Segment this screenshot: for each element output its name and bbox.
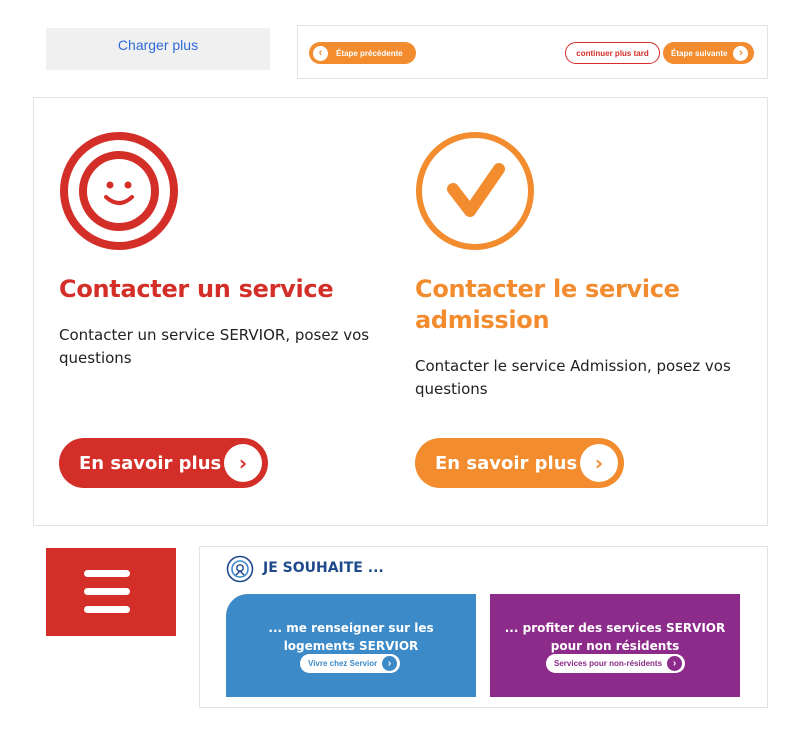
- hamburger-menu-button[interactable]: [46, 548, 176, 636]
- previous-step-button[interactable]: ‹ Étape précédente: [309, 42, 416, 64]
- next-step-button[interactable]: Étape suivante ›: [663, 42, 754, 64]
- next-step-label: Étape suivante: [671, 48, 728, 58]
- previous-step-label: Étape précédente: [336, 48, 403, 58]
- chevron-right-icon: ›: [224, 444, 262, 482]
- learn-more-button-service[interactable]: En savoir plus ›: [59, 438, 268, 488]
- checkmark-icon: [416, 132, 534, 250]
- chevron-right-icon: ›: [733, 45, 749, 61]
- wish-card-housing: ... me renseigner sur les logements SERV…: [226, 594, 476, 697]
- hamburger-menu-icon: [84, 588, 130, 595]
- live-at-servior-button[interactable]: Vivre chez Servior ›: [300, 654, 400, 673]
- load-more-label: Charger plus: [117, 37, 199, 53]
- wishes-panel: JE SOUHAITE ... ... me renseigner sur le…: [199, 546, 768, 708]
- learn-more-label: En savoir plus: [79, 452, 222, 474]
- smiley-icon: [60, 132, 178, 250]
- load-more-button[interactable]: Charger plus: [46, 28, 270, 70]
- wish-button-label: Services pour non-résidents: [554, 659, 663, 668]
- chevron-right-icon: ›: [382, 656, 397, 671]
- hamburger-menu-icon: [84, 570, 130, 577]
- chevron-right-icon: ›: [667, 656, 682, 671]
- contact-cards-panel: Contacter un service Contacter un servic…: [33, 97, 768, 526]
- wish-card-services: ... profiter des services SERVIOR pour n…: [490, 594, 740, 697]
- hamburger-menu-icon: [84, 606, 130, 613]
- card-description-contact-admission: Contacter le service Admission, posez vo…: [415, 357, 731, 398]
- learn-more-label: En savoir plus: [435, 452, 578, 474]
- card-description-contact-service: Contacter un service SERVIOR, posez vos …: [59, 326, 370, 367]
- wishes-title: JE SOUHAITE ...: [263, 560, 384, 576]
- chevron-right-icon: ›: [580, 444, 618, 482]
- card-title-contact-admission: Contacter le service admission: [415, 275, 680, 334]
- wish-card-text: ... profiter des services SERVIOR pour n…: [504, 621, 726, 653]
- card-title-contact-service: Contacter un service: [59, 275, 334, 303]
- wish-card-text: ... me renseigner sur les logements SERV…: [268, 621, 434, 653]
- non-resident-services-button[interactable]: Services pour non-résidents ›: [546, 654, 685, 673]
- learn-more-button-admission[interactable]: En savoir plus ›: [415, 438, 624, 488]
- target-icon: [226, 555, 254, 583]
- step-navigation: ‹ Étape précédente continuer plus tard É…: [297, 25, 768, 79]
- continue-later-button[interactable]: continuer plus tard: [565, 42, 660, 64]
- continue-later-label: continuer plus tard: [576, 48, 649, 58]
- chevron-left-icon: ‹: [313, 45, 328, 61]
- wish-button-label: Vivre chez Servior: [308, 659, 378, 668]
